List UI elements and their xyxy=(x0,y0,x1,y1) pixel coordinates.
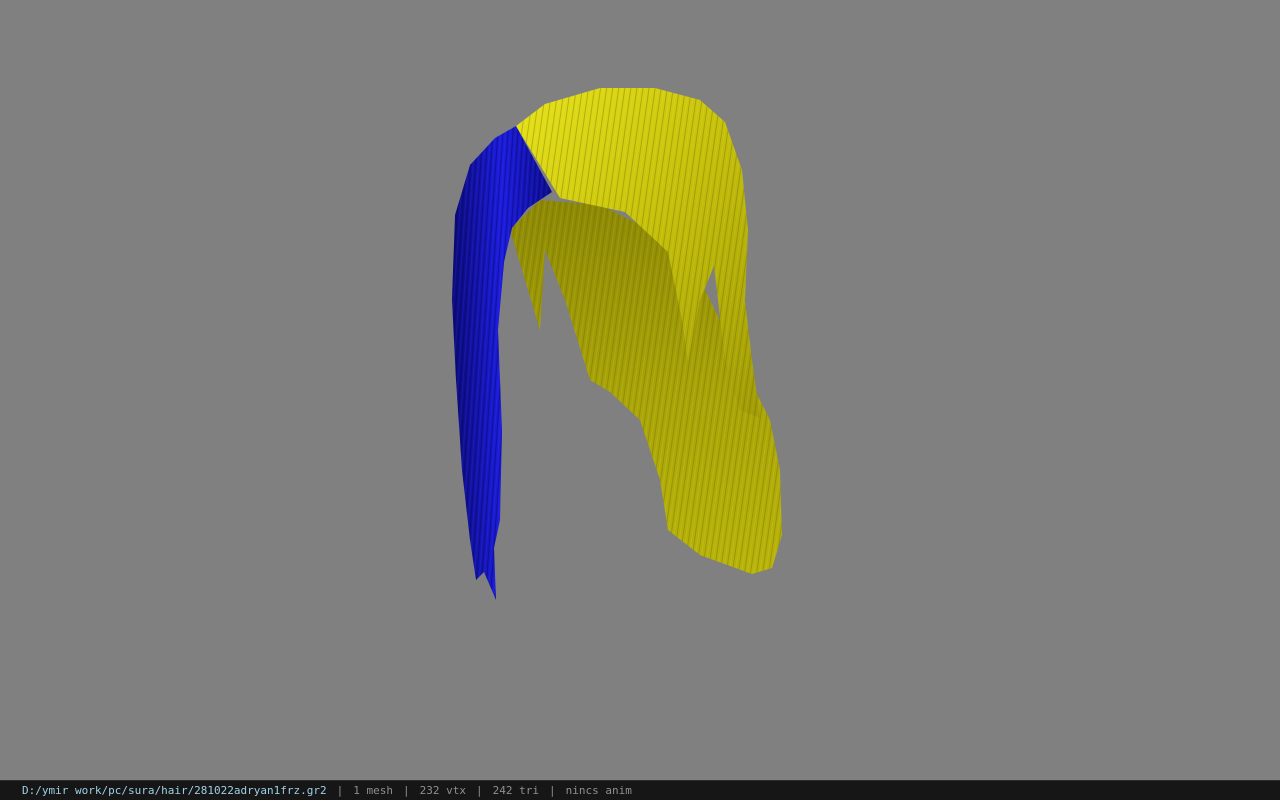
triangle-count-label: 242 tri xyxy=(492,784,539,797)
status-separator: | xyxy=(403,784,410,797)
status-separator: | xyxy=(476,784,483,797)
animation-status-label: nincs anim xyxy=(565,784,632,797)
mesh-count-label: 1 mesh xyxy=(353,784,394,797)
status-bar: D:/ymir work/pc/sura/hair/281022adryan1f… xyxy=(0,780,1280,800)
vertex-count-label: 232 vtx xyxy=(419,784,466,797)
blue-strand xyxy=(452,126,552,600)
status-separator: | xyxy=(336,784,344,797)
file-path-label: D:/ymir work/pc/sura/hair/281022adryan1f… xyxy=(22,784,327,797)
status-separator: | xyxy=(548,784,556,797)
hair-model-render xyxy=(452,88,782,600)
3d-viewport[interactable] xyxy=(0,0,1280,780)
